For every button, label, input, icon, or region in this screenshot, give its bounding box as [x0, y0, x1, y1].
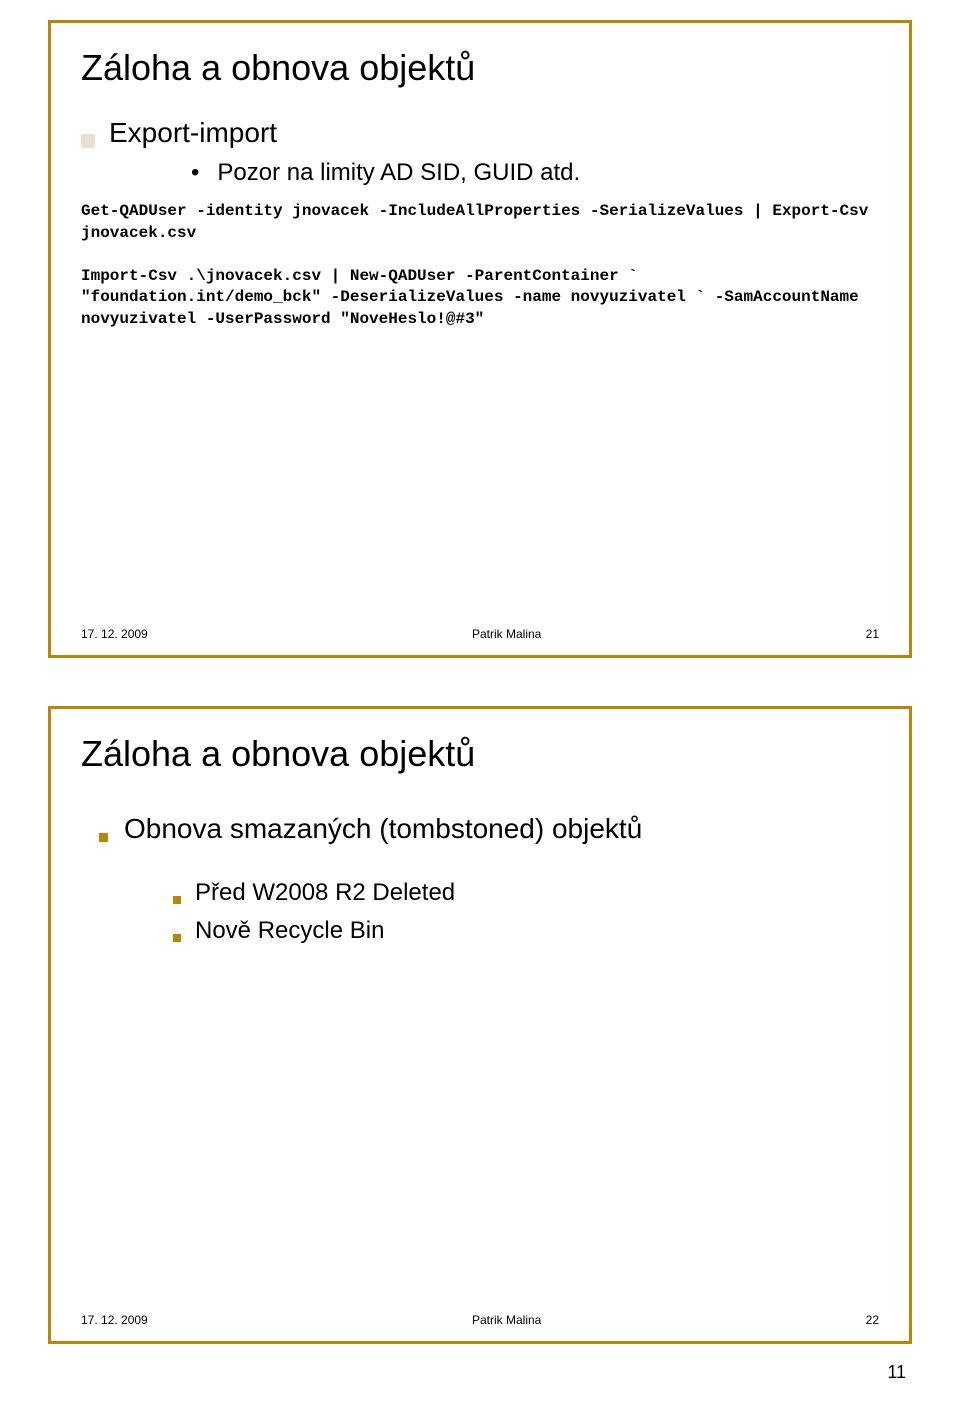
slide-footer: 17. 12. 2009 Patrik Malina 22	[81, 1313, 879, 1327]
bullet-obnova: Obnova smazaných (tombstoned) objektů	[99, 813, 879, 845]
bullet-square-icon	[81, 134, 95, 148]
bullet-square-icon	[99, 833, 108, 842]
subbullet-text: Pozor na limity AD SID, GUID atd.	[217, 159, 580, 187]
bullet-dot-icon: •	[191, 161, 199, 185]
bullet-export-import: Export-import	[81, 117, 879, 149]
slide-footer: 17. 12. 2009 Patrik Malina 21	[81, 627, 879, 641]
subbullet-limits: • Pozor na limity AD SID, GUID atd.	[191, 159, 879, 187]
slide-title: Záloha a obnova objektů	[81, 733, 879, 775]
footer-author: Patrik Malina	[148, 1313, 866, 1327]
footer-author: Patrik Malina	[148, 627, 866, 641]
slide-title: Záloha a obnova objektů	[81, 47, 879, 89]
footer-date: 17. 12. 2009	[81, 1313, 148, 1327]
subbullet-text: Před W2008 R2 Deleted	[195, 879, 455, 907]
slide-2: Záloha a obnova objektů Obnova smazaných…	[48, 706, 912, 1344]
page-number: 11	[48, 1362, 912, 1383]
footer-date: 17. 12. 2009	[81, 627, 148, 641]
bullet-square-icon	[173, 934, 181, 942]
footer-slide-number: 21	[866, 627, 879, 641]
bullet-text: Export-import	[109, 117, 277, 149]
subbullet-recycle: Nově Recycle Bin	[173, 917, 879, 945]
code-block: Get-QADUser -identity jnovacek -IncludeA…	[81, 201, 879, 331]
subbullet-text: Nově Recycle Bin	[195, 917, 384, 945]
subbullet-w2008: Před W2008 R2 Deleted	[173, 879, 879, 907]
bullet-text: Obnova smazaných (tombstoned) objektů	[124, 813, 642, 845]
bullet-square-icon	[173, 896, 181, 904]
slide-1: Záloha a obnova objektů Export-import • …	[48, 20, 912, 658]
footer-slide-number: 22	[866, 1313, 879, 1327]
